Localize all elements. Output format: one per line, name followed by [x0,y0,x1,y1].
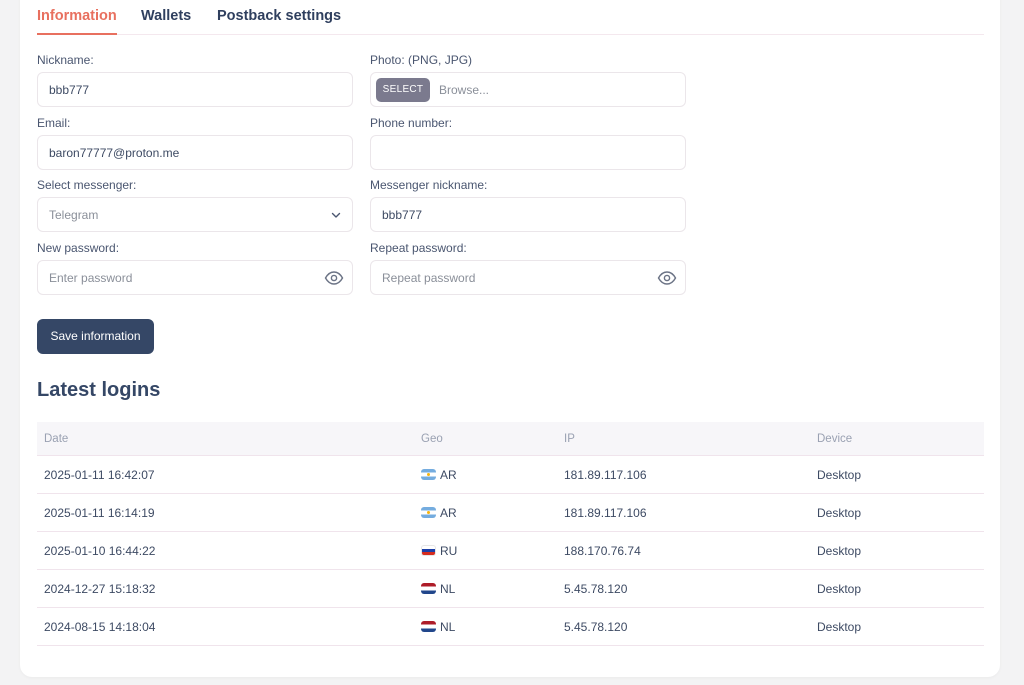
login-date: 2024-12-27 15:18:32 [44,582,156,596]
new-password-field[interactable] [37,260,353,295]
flag-ru-icon [421,545,436,556]
email-input[interactable] [38,136,352,169]
login-device: Desktop [817,620,862,634]
tab-information[interactable]: Information [37,8,117,35]
login-date: 2025-01-11 16:14:19 [44,506,155,520]
messenger-nickname-field[interactable] [370,197,686,232]
phone-input[interactable] [371,136,685,169]
messenger-label: Select messenger: [37,178,137,192]
geo-code: NL [440,582,456,596]
login-device: Desktop [817,582,862,596]
geo-code: NL [440,620,456,634]
tab-bar: Information Wallets Postback settings [37,0,984,35]
login-geo: AR [421,506,457,520]
column-header-ip: IP [564,433,575,445]
phone-label: Phone number: [370,116,453,130]
table-row: 2025-01-11 16:42:07 AR 181.89.117.106 Deskt… [37,456,984,494]
phone-field[interactable] [370,135,686,170]
table-row: 2025-01-10 16:44:22 RU 188.170.76.74 Deskto… [37,532,984,570]
login-geo: NL [421,582,455,596]
messenger-nickname-input[interactable] [371,198,685,231]
email-field[interactable] [37,135,353,170]
login-ip: 181.89.117.106 [564,468,647,482]
new-password-input[interactable] [38,261,352,294]
table-header: Date Geo IP Device [37,422,984,456]
nickname-label: Nickname: [37,53,94,67]
repeat-password-field[interactable] [370,260,686,295]
login-ip: 5.45.78.120 [564,620,628,634]
login-date: 2024-08-15 14:18:04 [44,620,156,634]
new-password-label: New password: [37,241,120,255]
save-information-button[interactable]: Save information [37,319,154,354]
geo-code: AR [440,468,457,482]
flag-nl-icon [421,583,436,594]
login-ip: 5.45.78.120 [564,582,628,596]
column-header-date: Date [44,433,69,445]
tab-postback-settings[interactable]: Postback settings [217,8,341,24]
table-row: 2025-01-11 16:14:19 AR 181.89.117.106 Deskt… [37,494,984,532]
login-ip: 181.89.117.106 [564,506,647,520]
nickname-input[interactable] [38,73,352,106]
table-row: 2024-08-15 14:18:04 NL 5.45.78.120 Desktop [37,608,984,646]
flag-ar-icon [421,469,436,480]
column-header-geo: Geo [421,433,443,445]
login-date: 2025-01-11 16:42:07 [44,468,155,482]
messenger-selected-value: Telegram [49,208,99,222]
nickname-field[interactable] [37,72,353,107]
chevron-down-icon [331,212,341,218]
table-row: 2024-12-27 15:18:32 NL 5.45.78.120 Desktop [37,570,984,608]
messenger-nickname-label: Messenger nickname: [370,178,488,192]
tab-wallets[interactable]: Wallets [141,8,191,24]
messenger-select[interactable]: Telegram [37,197,353,232]
eye-icon[interactable] [657,269,677,287]
photo-select-button[interactable]: SELECT [376,78,430,102]
repeat-password-label: Repeat password: [370,241,467,255]
login-ip: 188.170.76.74 [564,544,641,558]
flag-ar-icon [421,507,436,518]
login-device: Desktop [817,468,862,482]
column-header-device: Device [817,433,853,445]
flag-nl-icon [421,621,436,632]
geo-code: AR [440,506,457,520]
repeat-password-input[interactable] [371,261,685,294]
login-device: Desktop [817,544,862,558]
geo-code: RU [440,544,458,558]
login-date: 2025-01-10 16:44:22 [44,544,156,558]
eye-icon[interactable] [324,269,344,287]
latest-logins-title: Latest logins [37,379,161,401]
login-device: Desktop [817,506,862,520]
login-geo: RU [421,544,457,558]
login-geo: AR [421,468,457,482]
photo-browse-text: Browse... [439,83,490,97]
photo-upload-field[interactable]: SELECT Browse... [370,72,686,107]
photo-label: Photo: (PNG, JPG) [370,53,473,67]
email-label: Email: [37,116,71,130]
login-geo: NL [421,620,455,634]
latest-logins-table: Date Geo IP Device 2025-01-11 16:42:07 AR… [37,422,984,646]
